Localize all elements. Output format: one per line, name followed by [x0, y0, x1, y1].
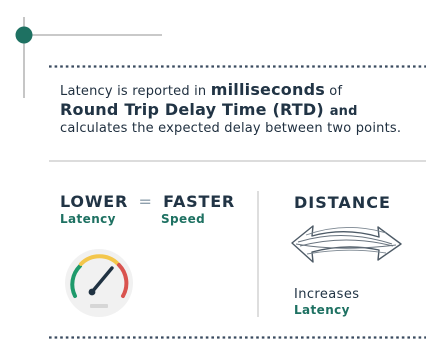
speedometer-icon: [65, 249, 133, 317]
distance-effect: Increases Latency: [294, 287, 359, 318]
comparison-heading: LOWER = FASTER: [60, 192, 250, 211]
distance-heading: DISTANCE: [294, 193, 391, 212]
gauge-readout: [90, 304, 108, 308]
intro-prefix: Latency is reported in: [60, 84, 207, 99]
node-circle-icon: [15, 26, 33, 44]
distance-latency-label: Latency: [294, 303, 350, 318]
gauge-hub: [88, 288, 96, 296]
intro-main-term: Round Trip Delay Time (RTD): [60, 100, 324, 120]
double-arrow-icon: [291, 225, 402, 263]
lower-label: LOWER: [60, 192, 129, 211]
intro-line-1: Latency is reported in milliseconds of: [60, 80, 420, 100]
latency-label: Latency: [60, 212, 116, 226]
increases-label: Increases: [294, 287, 360, 302]
faster-label: FASTER: [163, 192, 236, 211]
speed-label: Speed: [161, 212, 206, 226]
equals-sign: =: [138, 192, 153, 211]
intro-text: Latency is reported in milliseconds of R…: [60, 80, 420, 137]
intro-line-2: Round Trip Delay Time (RTD) and: [60, 100, 420, 120]
latency-speed-comparison: LOWER = FASTER Latency Speed: [60, 192, 250, 242]
intro-line-3: calculates the expected delay between tw…: [60, 120, 402, 136]
intro-emphasis: milliseconds: [210, 80, 325, 99]
intro-suffix: of: [329, 84, 343, 99]
intro-conjunction: and: [329, 104, 358, 120]
